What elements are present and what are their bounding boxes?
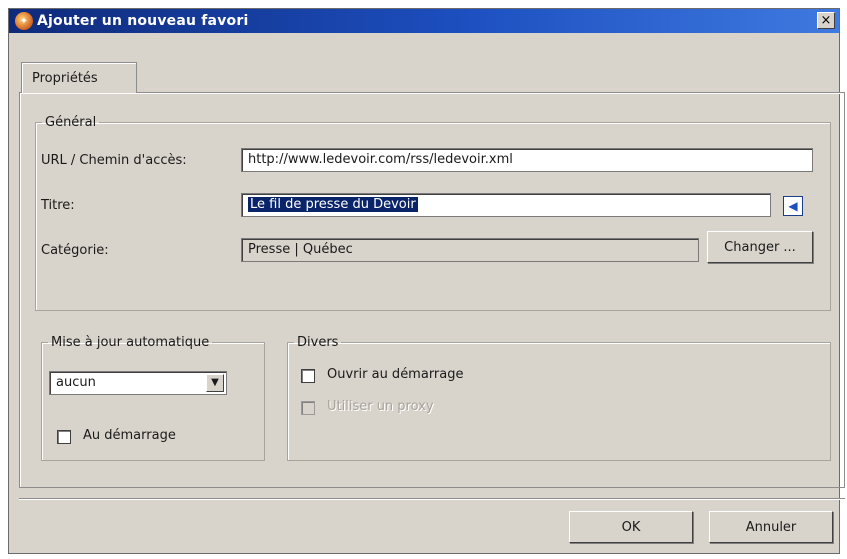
close-button[interactable]: ×	[817, 12, 835, 29]
chevron-down-icon[interactable]: ▼	[206, 374, 224, 392]
auto-update-group-title: Mise à jour automatique	[51, 335, 210, 350]
tab-properties[interactable]: Propriétés	[21, 62, 137, 93]
general-group-title: Général	[45, 115, 97, 130]
startup-label: Au démarrage	[83, 428, 176, 443]
title-label: Titre:	[41, 198, 75, 213]
open-on-startup-label: Ouvrir au démarrage	[327, 367, 464, 382]
url-input[interactable]: http://www.ledevoir.com/rss/ledevoir.xml	[241, 148, 813, 172]
use-proxy-checkbox	[301, 401, 315, 415]
rss-feed-icon[interactable]: ◀	[783, 196, 803, 216]
auto-update-select-value: aucun	[56, 375, 96, 390]
dialog-window: ✦ Ajouter un nouveau favori × Propriétés…	[8, 8, 845, 554]
url-label: URL / Chemin d'accès:	[41, 153, 187, 168]
title-bar: ✦ Ajouter un nouveau favori ×	[9, 9, 839, 33]
auto-update-select[interactable]: aucun ▼	[49, 371, 227, 395]
title-input[interactable]: Le fil de presse du Devoir	[241, 193, 771, 217]
app-icon: ✦	[15, 12, 33, 30]
category-label: Catégorie:	[41, 243, 109, 258]
misc-group-title: Divers	[297, 335, 339, 350]
window-title: Ajouter un nouveau favori	[37, 13, 249, 29]
category-field: Presse | Québec	[241, 238, 699, 262]
ok-button[interactable]: OK	[569, 511, 693, 543]
footer-separator	[19, 498, 845, 500]
title-input-selected-text: Le fil de presse du Devoir	[248, 197, 418, 212]
use-proxy-label: Utiliser un proxy	[327, 399, 434, 414]
startup-checkbox[interactable]	[57, 430, 71, 444]
open-on-startup-checkbox[interactable]	[301, 369, 315, 383]
misc-group: Divers	[287, 335, 831, 461]
cancel-button[interactable]: Annuler	[709, 511, 833, 543]
change-category-button[interactable]: Changer ...	[707, 231, 813, 263]
